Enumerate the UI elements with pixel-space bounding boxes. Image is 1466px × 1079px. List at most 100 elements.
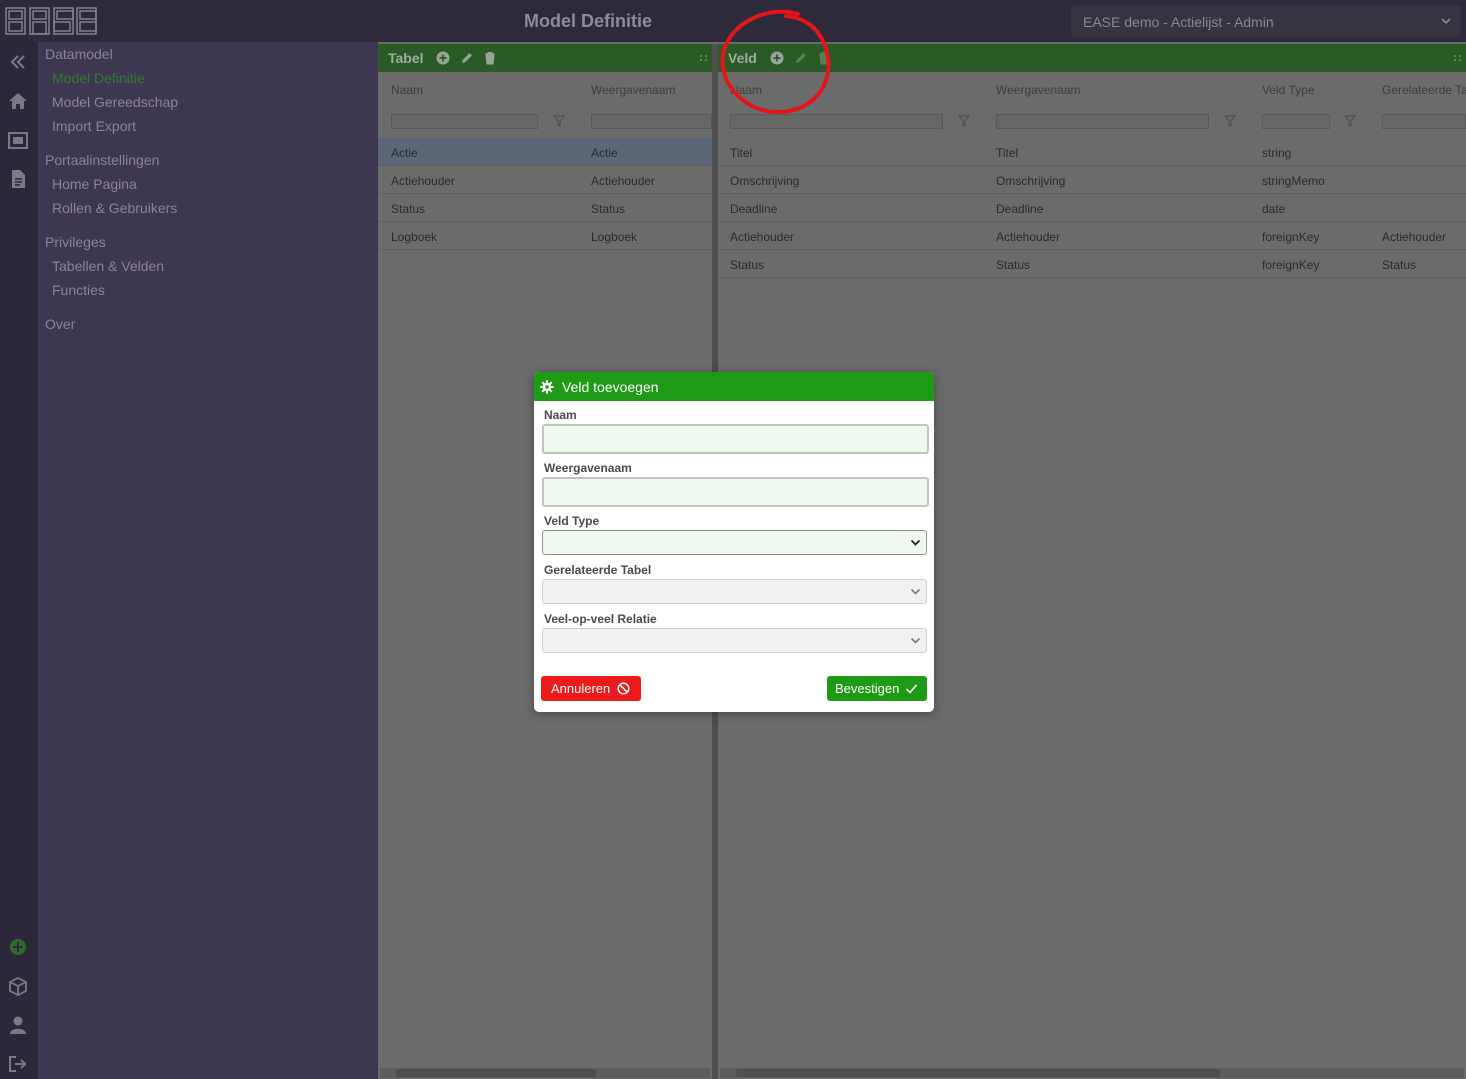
weergavenaam-input[interactable] (542, 477, 929, 507)
edit-table-icon[interactable] (460, 51, 474, 65)
cell-weergavenaam: Deadline (996, 202, 1044, 216)
table-row[interactable]: Titel Titel string (718, 138, 1466, 166)
home-icon[interactable] (8, 91, 28, 111)
annotation-circle (720, 9, 831, 115)
page-title: Model Definitie (523, 11, 652, 31)
table-row[interactable]: Actiehouder Actiehouder (378, 166, 712, 194)
cell-naam: Logboek (391, 230, 438, 244)
image-icon[interactable] (8, 130, 28, 150)
environment-select[interactable]: EASE demo - Actielijst - Admin (1071, 5, 1461, 37)
filter-icon[interactable] (958, 115, 970, 127)
filter-input-weergavenaam[interactable] (591, 114, 712, 129)
cell-veld-type: string (1262, 146, 1292, 160)
cell-weergavenaam: Actiehouder (591, 174, 656, 188)
table-row[interactable]: Status Status (378, 194, 712, 222)
naam-input[interactable] (542, 424, 929, 454)
table-row[interactable]: Actiehouder Actiehouder foreignKey Actie… (718, 222, 1466, 250)
dialog-header: Veld toevoegen (534, 372, 934, 401)
filter-input-naam[interactable] (391, 114, 538, 129)
document-icon[interactable] (8, 169, 28, 189)
veld-type-select[interactable] (542, 530, 927, 555)
scrollbar-thumb[interactable] (736, 1069, 1220, 1077)
cell-gerelateerde-tabel: Actiehouder (1382, 230, 1447, 244)
filter-input-veld-type[interactable] (1262, 114, 1330, 129)
cell-veld-type: date (1262, 202, 1286, 216)
environment-label: EASE demo - Actielijst - Admin (1083, 14, 1274, 30)
tabel-horizontal-scrollbar[interactable] (380, 1068, 710, 1078)
cell-naam: Actie (391, 146, 418, 160)
nav-item-model-gereedschap[interactable]: Model Gereedschap (52, 94, 178, 110)
table-row[interactable]: Deadline Deadline date (718, 194, 1466, 222)
weergavenaam-label: Weergavenaam (544, 461, 632, 475)
delete-table-icon[interactable] (483, 51, 497, 65)
filter-icon[interactable] (1224, 115, 1236, 127)
add-table-icon[interactable] (436, 51, 450, 65)
chevron-down-icon (910, 588, 921, 595)
nav-group-over[interactable]: Over (45, 316, 75, 332)
column-header-weergavenaam[interactable]: Weergavenaam (591, 83, 676, 97)
plus-circle-icon[interactable] (8, 937, 28, 957)
filter-input-weergavenaam[interactable] (996, 114, 1209, 129)
nav-item-functies[interactable]: Functies (52, 282, 105, 298)
cancel-button[interactable]: Annuleren (541, 676, 641, 701)
nav-item-model-definitie[interactable]: Model Definitie (52, 70, 145, 86)
scrollbar-thumb[interactable] (396, 1069, 596, 1077)
table-row[interactable]: Status Status foreignKey Status (718, 250, 1466, 278)
nav-group-privileges[interactable]: Privileges (45, 234, 106, 250)
cell-naam: Status (730, 258, 765, 272)
table-row[interactable]: Omschrijving Omschrijving stringMemo (718, 166, 1466, 194)
cell-naam: Actiehouder (391, 174, 456, 188)
cell-weergavenaam: Status (591, 202, 626, 216)
cell-naam: Status (391, 202, 426, 216)
nav-group-portaalinstellingen[interactable]: Portaalinstellingen (45, 152, 159, 168)
column-header-gerelateerde-tabel[interactable]: Gerelateerde Ta (1382, 83, 1466, 97)
cube-icon[interactable] (8, 976, 28, 996)
drag-handle-icon[interactable] (698, 51, 710, 65)
nav-item-tabellen-velden[interactable]: Tabellen & Velden (52, 258, 164, 274)
nav-group-datamodel[interactable]: Datamodel (45, 46, 113, 62)
cell-gerelateerde-tabel: Status (1382, 258, 1417, 272)
cancel-button-label: Annuleren (551, 681, 611, 696)
user-icon[interactable] (8, 1015, 28, 1035)
column-header-veld-type[interactable]: Veld Type (1262, 83, 1315, 97)
filter-icon[interactable] (553, 115, 565, 127)
cell-weergavenaam: Actiehouder (996, 230, 1061, 244)
column-header-naam[interactable]: Naam (391, 83, 423, 97)
veld-type-label: Veld Type (544, 514, 600, 528)
add-field-dialog: Veld toevoegen Naam Weergavenaam Veld Ty… (534, 372, 934, 712)
filter-icon[interactable] (1344, 115, 1356, 127)
veel-op-veel-select[interactable] (542, 628, 927, 653)
checkmark-icon (905, 684, 918, 694)
nav-item-rollen-gebruikers[interactable]: Rollen & Gebruikers (52, 200, 177, 216)
cell-veld-type: foreignKey (1262, 258, 1320, 272)
veld-horizontal-scrollbar[interactable] (720, 1068, 1464, 1078)
naam-label: Naam (544, 408, 577, 422)
filter-input-gerelateerde-tabel[interactable] (1382, 114, 1466, 129)
chevron-down-icon (1441, 18, 1451, 25)
icon-rail (0, 42, 38, 1079)
confirm-button-label: Bevestigen (835, 681, 900, 696)
collapse-icon[interactable] (8, 52, 28, 72)
confirm-button[interactable]: Bevestigen (827, 676, 927, 701)
gerelateerde-tabel-label: Gerelateerde Tabel (544, 563, 652, 577)
table-row[interactable]: Logboek Logboek (378, 222, 712, 250)
cell-weergavenaam: Actie (591, 146, 618, 160)
gerelateerde-tabel-select[interactable] (542, 579, 927, 604)
cell-weergavenaam: Titel (996, 146, 1019, 160)
cell-naam: Titel (730, 146, 753, 160)
cell-veld-type: foreignKey (1262, 230, 1320, 244)
chevron-down-icon (910, 637, 921, 644)
veel-op-veel-label: Veel-op-veel Relatie (544, 612, 657, 626)
cell-naam: Actiehouder (730, 230, 795, 244)
ban-icon (617, 682, 630, 695)
tabel-panel-title: Tabel (388, 50, 424, 66)
cell-weergavenaam: Omschrijving (996, 174, 1066, 188)
tabel-panel-header: Tabel (378, 44, 712, 72)
nav-item-import-export[interactable]: Import Export (52, 118, 136, 134)
logout-icon[interactable] (8, 1054, 28, 1074)
nav-item-home-pagina[interactable]: Home Pagina (52, 176, 137, 192)
drag-handle-icon[interactable] (1452, 51, 1464, 65)
table-row[interactable]: Actie Actie (378, 138, 712, 166)
column-header-weergavenaam[interactable]: Weergavenaam (996, 83, 1081, 97)
chevron-down-icon (910, 539, 921, 546)
